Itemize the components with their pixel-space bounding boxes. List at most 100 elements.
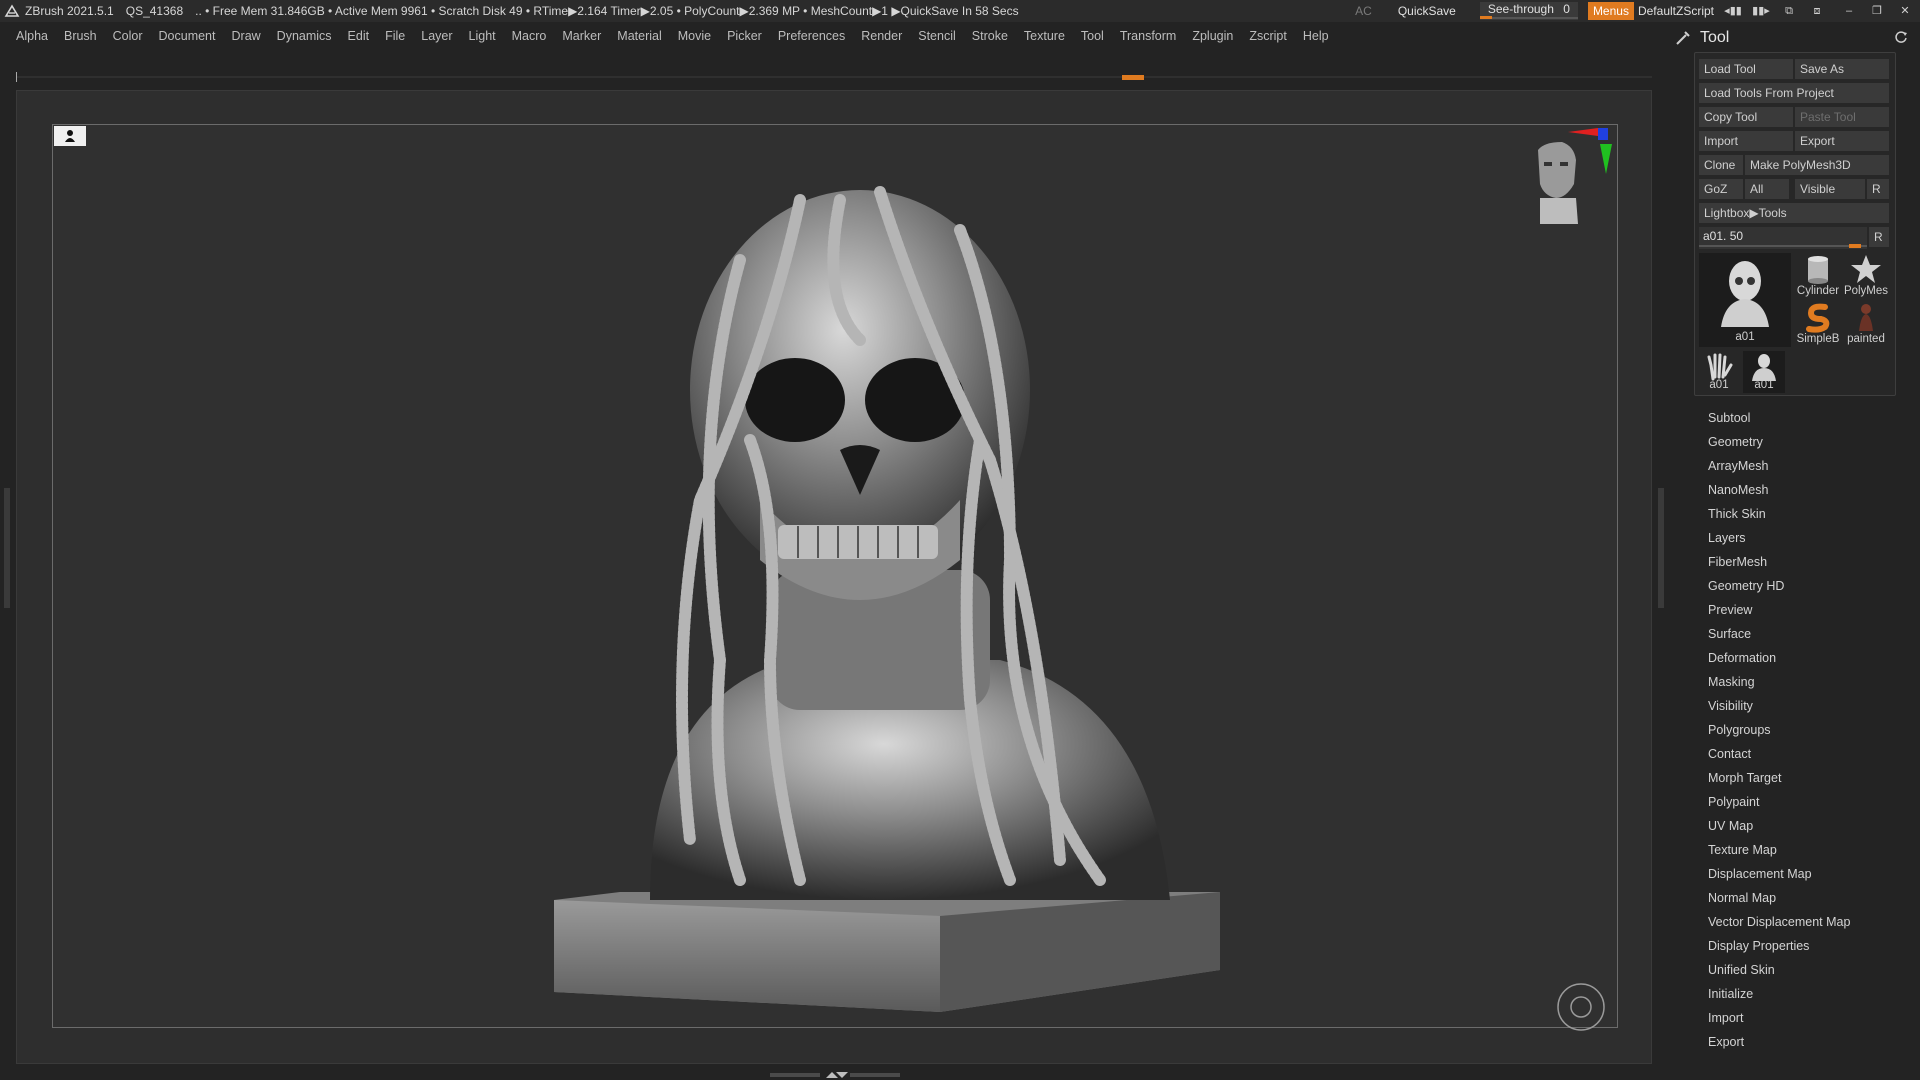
menu-document[interactable]: Document: [159, 29, 216, 43]
menu-material[interactable]: Material: [617, 29, 661, 43]
goz-r-button[interactable]: R: [1867, 179, 1889, 199]
menu-help[interactable]: Help: [1303, 29, 1329, 43]
tool-slider[interactable]: a01. 50: [1699, 227, 1867, 249]
subpalette-preview[interactable]: Preview: [1708, 598, 1908, 622]
subpalette-layers[interactable]: Layers: [1708, 526, 1908, 550]
menu-macro[interactable]: Macro: [512, 29, 547, 43]
see-through-slider[interactable]: See-through 0: [1479, 2, 1578, 20]
subpalette-uv-map[interactable]: UV Map: [1708, 814, 1908, 838]
subpalette-surface[interactable]: Surface: [1708, 622, 1908, 646]
subpalette-deformation[interactable]: Deformation: [1708, 646, 1908, 670]
tool-thumb-a01-large[interactable]: a01: [1699, 253, 1791, 347]
minimize-icon[interactable]: –: [1840, 4, 1858, 18]
subpalette-normal-map[interactable]: Normal Map: [1708, 886, 1908, 910]
menu-dynamics[interactable]: Dynamics: [277, 29, 332, 43]
subpalette-geometry[interactable]: Geometry: [1708, 430, 1908, 454]
clone-button[interactable]: Clone: [1699, 155, 1743, 175]
menu-tool[interactable]: Tool: [1081, 29, 1104, 43]
subpalette-arraymesh[interactable]: ArrayMesh: [1708, 454, 1908, 478]
subpalette-geometry-hd[interactable]: Geometry HD: [1708, 574, 1908, 598]
save-as-button[interactable]: Save As: [1795, 59, 1889, 79]
tool-palette-header[interactable]: Tool: [1674, 24, 1914, 52]
subpalette-contact[interactable]: Contact: [1708, 742, 1908, 766]
tool-thumb-polymesh[interactable]: PolyMes: [1843, 253, 1889, 299]
tool-slider-reset-button[interactable]: R: [1869, 227, 1889, 247]
subpalette-import[interactable]: Import: [1708, 1006, 1908, 1030]
default-zscript-button[interactable]: DefaultZScript: [1638, 4, 1714, 18]
bottom-tray-handle[interactable]: [770, 1070, 900, 1080]
persp-camera-button[interactable]: [54, 126, 86, 146]
menu-light[interactable]: Light: [469, 29, 496, 43]
subpalette-visibility[interactable]: Visibility: [1708, 694, 1908, 718]
subpalette-polygroups[interactable]: Polygroups: [1708, 718, 1908, 742]
copy-tool-button[interactable]: Copy Tool: [1699, 107, 1793, 127]
export-button[interactable]: Export: [1795, 131, 1889, 151]
subpalette-unified-skin[interactable]: Unified Skin: [1708, 958, 1908, 982]
subpalette-displacement-map[interactable]: Displacement Map: [1708, 862, 1908, 886]
brush-tool-icon: [1676, 31, 1690, 45]
right-tray-handle[interactable]: [1658, 488, 1664, 608]
swap-layout-icon[interactable]: ⧈: [1808, 4, 1826, 18]
quicksave-button[interactable]: QuickSave: [1398, 4, 1456, 18]
menu-brush[interactable]: Brush: [64, 29, 97, 43]
load-tools-from-project-button[interactable]: Load Tools From Project: [1699, 83, 1889, 103]
navigation-circle-icon[interactable]: [1556, 982, 1606, 1032]
timeline-marker[interactable]: [1122, 75, 1144, 80]
menu-draw[interactable]: Draw: [232, 29, 261, 43]
goz-all-button[interactable]: All: [1745, 179, 1789, 199]
menus-toggle-button[interactable]: Menus: [1587, 2, 1634, 20]
subpalette-masking[interactable]: Masking: [1708, 670, 1908, 694]
refresh-icon[interactable]: [1894, 30, 1908, 44]
menu-stroke[interactable]: Stroke: [972, 29, 1008, 43]
menu-marker[interactable]: Marker: [562, 29, 601, 43]
subpalette-thick-skin[interactable]: Thick Skin: [1708, 502, 1908, 526]
lightbox-tools-button[interactable]: Lightbox▶Tools: [1699, 203, 1889, 223]
ui-scale-left-icon[interactable]: ◂▮▮: [1724, 4, 1742, 18]
import-button[interactable]: Import: [1699, 131, 1793, 151]
menu-stencil[interactable]: Stencil: [918, 29, 956, 43]
subpalette-subtool[interactable]: Subtool: [1708, 406, 1908, 430]
goz-visible-button[interactable]: Visible: [1795, 179, 1865, 199]
menu-picker[interactable]: Picker: [727, 29, 762, 43]
goz-button[interactable]: GoZ: [1699, 179, 1743, 199]
menu-zscript[interactable]: Zscript: [1249, 29, 1287, 43]
subpalette-export[interactable]: Export: [1708, 1030, 1908, 1054]
menu-render[interactable]: Render: [861, 29, 902, 43]
ui-scale-right-icon[interactable]: ▮▮▸: [1752, 4, 1770, 18]
menu-zplugin[interactable]: Zplugin: [1192, 29, 1233, 43]
sculpt-model-render[interactable]: [540, 140, 1240, 1020]
menu-alpha[interactable]: Alpha: [16, 29, 48, 43]
subpalette-morph-target[interactable]: Morph Target: [1708, 766, 1908, 790]
load-tool-button[interactable]: Load Tool: [1699, 59, 1793, 79]
menu-layer[interactable]: Layer: [421, 29, 452, 43]
ac-button[interactable]: AC: [1355, 4, 1372, 18]
tool-thumb-bust[interactable]: a01: [1743, 351, 1785, 393]
subpalette-vector-displacement-map[interactable]: Vector Displacement Map: [1708, 910, 1908, 934]
tool-thumb-simplebrush[interactable]: SimpleB: [1795, 301, 1841, 347]
menu-movie[interactable]: Movie: [678, 29, 711, 43]
paste-tool-button[interactable]: Paste Tool: [1795, 107, 1889, 127]
timeline-start-tick: [16, 72, 17, 82]
tool-thumb-painted[interactable]: painted: [1843, 301, 1889, 347]
orientation-gizmo[interactable]: [1500, 124, 1620, 254]
close-icon[interactable]: ✕: [1896, 4, 1914, 18]
timeline-strip[interactable]: [16, 72, 1652, 82]
menu-transform[interactable]: Transform: [1120, 29, 1177, 43]
subpalette-initialize[interactable]: Initialize: [1708, 982, 1908, 1006]
subpalette-nanomesh[interactable]: NanoMesh: [1708, 478, 1908, 502]
subpalette-display-properties[interactable]: Display Properties: [1708, 934, 1908, 958]
layout-icon[interactable]: ⧉: [1780, 4, 1798, 18]
make-polymesh3d-button[interactable]: Make PolyMesh3D: [1745, 155, 1889, 175]
menu-color[interactable]: Color: [113, 29, 143, 43]
menu-file[interactable]: File: [385, 29, 405, 43]
menu-preferences[interactable]: Preferences: [778, 29, 845, 43]
subpalette-texture-map[interactable]: Texture Map: [1708, 838, 1908, 862]
menu-edit[interactable]: Edit: [348, 29, 370, 43]
tool-thumb-hand[interactable]: a01: [1699, 351, 1739, 393]
menu-texture[interactable]: Texture: [1024, 29, 1065, 43]
maximize-icon[interactable]: ❐: [1868, 4, 1886, 18]
tool-thumb-cylinder[interactable]: Cylinder: [1795, 253, 1841, 299]
left-tray-handle[interactable]: [4, 488, 10, 608]
subpalette-fibermesh[interactable]: FiberMesh: [1708, 550, 1908, 574]
subpalette-polypaint[interactable]: Polypaint: [1708, 790, 1908, 814]
